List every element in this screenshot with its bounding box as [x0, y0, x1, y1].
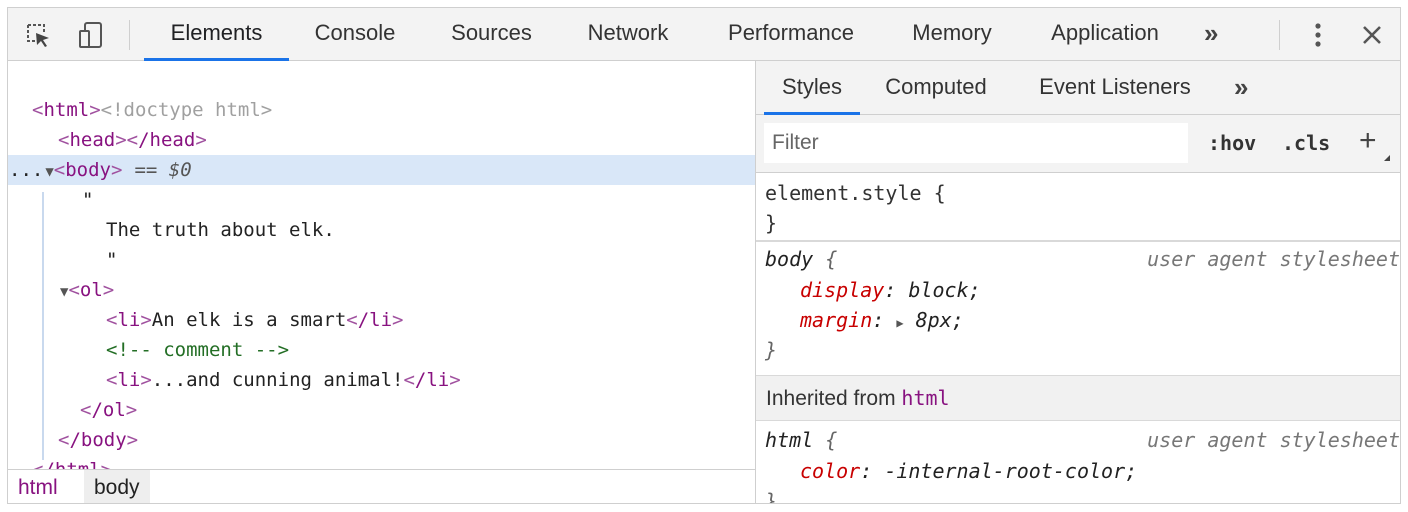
- toolbar-divider: [129, 20, 130, 50]
- tag-name: /head: [138, 129, 196, 151]
- hover-state-toggle[interactable]: :hov: [1208, 123, 1256, 163]
- style-property-color[interactable]: color: -internal-root-color;: [800, 456, 1137, 486]
- more-tabs-button[interactable]: »: [1204, 8, 1219, 61]
- new-style-rule-button[interactable]: +: [1359, 121, 1377, 161]
- element-style-selector: element.style {: [765, 181, 946, 205]
- tab-memory[interactable]: Memory: [892, 8, 1012, 61]
- close-icon[interactable]: [1357, 20, 1387, 50]
- dom-node-html[interactable]: <html>: [8, 95, 755, 125]
- rule-source-link: user agent stylesheet: [1147, 428, 1400, 452]
- dom-node-doctype[interactable]: <!doctype html>: [8, 65, 755, 121]
- dom-node-ol[interactable]: ▼<ol>: [8, 275, 755, 305]
- devtools-toolbar: Elements Console Sources Network Perform…: [8, 8, 1400, 61]
- tab-computed[interactable]: Computed: [874, 61, 998, 115]
- kebab-menu-icon[interactable]: [1303, 20, 1333, 50]
- sidebar-tabs: Styles Computed Event Listeners »: [756, 61, 1400, 115]
- collapse-triangle-icon[interactable]: ▼: [43, 164, 53, 180]
- toolbar-divider: [1279, 20, 1280, 50]
- more-sidebar-tabs-button[interactable]: »: [1234, 61, 1249, 115]
- style-property-display[interactable]: display: block;: [800, 275, 981, 305]
- tab-performance[interactable]: Performance: [708, 8, 874, 61]
- comment-text: <!-- comment -->: [106, 339, 290, 361]
- tab-styles[interactable]: Styles: [764, 61, 860, 115]
- tab-console[interactable]: Console: [295, 8, 415, 61]
- dom-tree: <!doctype html> <html> <head></head> ...…: [8, 61, 755, 469]
- rule-close-brace: }: [765, 489, 778, 504]
- inherited-label: Inherited from: [766, 387, 896, 410]
- rule-selector: html: [765, 428, 814, 452]
- rule-source-link: user agent stylesheet: [1147, 247, 1400, 271]
- tab-sources[interactable]: Sources: [429, 8, 554, 61]
- styles-pane: Styles Computed Event Listeners » :hov .…: [756, 61, 1400, 504]
- node-actions-ellipsis[interactable]: ...: [8, 159, 43, 181]
- text-node-content: The truth about elk.: [106, 219, 335, 241]
- expand-shorthand-icon[interactable]: ▶: [896, 316, 903, 330]
- devtools-window: Elements Console Sources Network Perform…: [7, 7, 1401, 504]
- breadcrumb-body[interactable]: body: [84, 470, 150, 503]
- dom-text-node[interactable]: The truth about elk.: [8, 215, 755, 245]
- rule-close-brace: }: [765, 211, 778, 235]
- breadcrumb-html[interactable]: html: [8, 470, 68, 503]
- tab-application[interactable]: Application: [1030, 8, 1180, 61]
- dom-node-comment[interactable]: <!-- comment -->: [8, 335, 755, 365]
- dom-node-li[interactable]: <li>...and cunning animal!</li>: [8, 365, 755, 395]
- dom-node-body-close[interactable]: </body>: [8, 425, 755, 455]
- inspect-element-icon[interactable]: [23, 20, 53, 50]
- tag-name: head: [69, 129, 116, 151]
- selected-node-marker: == $0: [134, 159, 192, 181]
- dom-node-ol-close[interactable]: </ol>: [8, 395, 755, 425]
- styles-filter-bar: :hov .cls +: [756, 115, 1400, 173]
- new-rule-menu-indicator-icon[interactable]: [1384, 155, 1390, 161]
- style-property-margin[interactable]: margin: ▶ 8px;: [800, 305, 964, 335]
- html-style-rule[interactable]: html { user agent stylesheet color: -int…: [756, 423, 1400, 504]
- tab-event-listeners[interactable]: Event Listeners: [1028, 61, 1202, 115]
- styles-filter-input[interactable]: [764, 123, 1188, 163]
- tag-name: ol: [79, 279, 103, 301]
- inherited-from-header: Inherited from html: [756, 375, 1400, 421]
- dom-node-head[interactable]: <head></head>: [8, 125, 755, 155]
- tab-network[interactable]: Network: [568, 8, 688, 61]
- inherited-from-link[interactable]: html: [901, 386, 949, 410]
- dom-node-html-close[interactable]: </html>: [8, 455, 755, 469]
- li-text: ...and cunning animal!: [151, 369, 404, 391]
- tag-name: html: [43, 99, 90, 121]
- dom-node-li[interactable]: <li>An elk is a smart</li>: [8, 305, 755, 335]
- class-toggle[interactable]: .cls: [1282, 123, 1330, 163]
- element-style-rule[interactable]: element.style { }: [756, 173, 1400, 241]
- breadcrumb: html body: [8, 469, 755, 503]
- body-style-rule[interactable]: body { user agent stylesheet display: bl…: [756, 242, 1400, 370]
- tag-name: body: [65, 159, 111, 181]
- rule-selector: body: [765, 247, 814, 271]
- li-text: An elk is a smart: [151, 309, 347, 331]
- dom-node-body-selected[interactable]: ... ▼<body> == $0: [8, 155, 755, 185]
- device-toolbar-icon[interactable]: [76, 20, 106, 50]
- dom-text-quote-open[interactable]: ": [8, 185, 755, 215]
- tab-elements[interactable]: Elements: [144, 8, 289, 61]
- rule-close-brace: }: [765, 338, 778, 362]
- dom-text-quote-close[interactable]: ": [8, 245, 755, 275]
